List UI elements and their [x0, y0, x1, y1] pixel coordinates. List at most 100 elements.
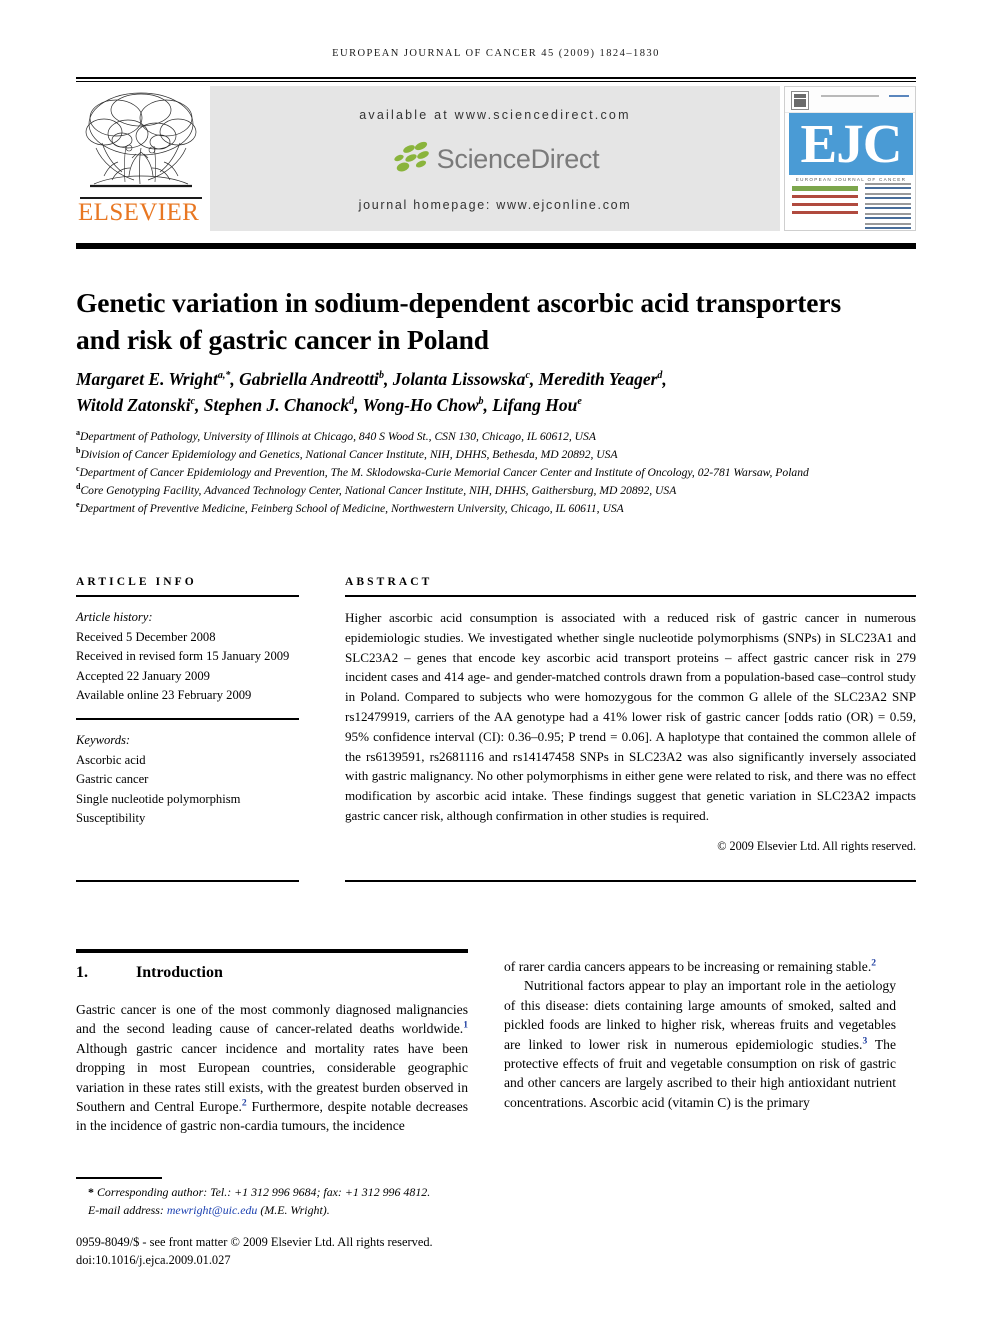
section-number: 1.	[76, 964, 88, 981]
footnote-star-marker: *	[88, 1185, 94, 1199]
elsevier-tree-icon	[82, 88, 200, 198]
doi-line: doi:10.1016/j.ejca.2009.01.027	[76, 1253, 231, 1267]
author-line-1: Margaret E. Wrighta,*, Gabriella Andreot…	[76, 369, 667, 389]
author-affiliation-marker: c	[190, 396, 196, 408]
article-info-rule	[76, 595, 299, 597]
info-column-bottom-rule	[76, 880, 299, 882]
author-affiliation-marker: a,*	[217, 370, 231, 382]
introduction-top-rule	[76, 949, 468, 953]
article-info-divider	[76, 717, 299, 720]
abstract-text: Higher ascorbic acid consumption is asso…	[345, 610, 916, 823]
author-affiliation-marker: c	[525, 370, 530, 382]
article-history-item: Accepted 22 January 2009	[76, 668, 210, 683]
section-title-text: Introduction	[136, 964, 223, 981]
author-affiliation-marker: d	[349, 396, 355, 408]
article-info-column: ARTICLE INFO Article history: Received 5…	[76, 576, 299, 829]
keywords-label: Keywords:	[76, 732, 131, 747]
issn-front-matter-line: 0959-8049/$ - see front matter © 2009 El…	[76, 1235, 433, 1249]
footnote-block: * Corresponding author: Tel.: +1 312 996…	[76, 1184, 476, 1219]
affiliation-item: eDepartment of Preventive Medicine, Fein…	[76, 500, 921, 518]
author-name: Wong-Ho Chow	[362, 395, 479, 415]
abstract-column: ABSTRACT Higher ascorbic acid consumptio…	[345, 576, 916, 854]
email-link[interactable]: mewright@uic.edu	[167, 1203, 258, 1217]
reference-marker-1: 1	[463, 1019, 468, 1031]
keywords-block: Keywords: Ascorbic acid Gastric cancer Sin…	[76, 731, 299, 829]
author-name: Gabriella Andreotti	[239, 369, 379, 389]
article-history-item: Received in revised form 15 January 2009	[76, 649, 290, 664]
author-name: Stephen J. Chanock	[203, 395, 350, 415]
article-history-item: Received 5 December 2008	[76, 629, 216, 644]
keyword-item: Single nucleotide polymorphism	[76, 791, 241, 806]
sciencedirect-leaves-icon	[391, 141, 433, 177]
affiliation-item: cDepartment of Cancer Epidemiology and P…	[76, 464, 921, 482]
affiliation-text: Division of Cancer Epidemiology and Gene…	[80, 448, 618, 462]
affiliation-text: Department of Pathology, University of I…	[80, 430, 596, 443]
affiliation-item: dCore Genotyping Facility, Advanced Tech…	[76, 482, 921, 500]
sciencedirect-wordmark: ScienceDirect	[436, 143, 600, 174]
article-info-heading: ARTICLE INFO	[76, 576, 197, 588]
article-title: Genetic variation in sodium-dependent as…	[76, 287, 842, 356]
corresponding-author-text: Corresponding author: Tel.: +1 312 996 9…	[96, 1185, 431, 1199]
author-affiliation-marker: d	[657, 370, 663, 382]
journal-article-page: EUROPEAN JOURNAL OF CANCER 45 (2009) 182…	[0, 0, 992, 1323]
section-heading-introduction: 1. Introduction	[76, 964, 468, 982]
body-column-left: 1. Introduction Gastric cancer is one of …	[76, 957, 468, 1136]
keyword-item: Gastric cancer	[76, 772, 149, 787]
cover-publisher-mark-icon	[791, 91, 809, 110]
affiliation-text: Department of Preventive Medicine, Feinb…	[79, 502, 624, 516]
abstract-heading: ABSTRACT	[345, 576, 433, 588]
author-affiliation-marker: b	[478, 396, 484, 408]
affiliation-item: bDivision of Cancer Epidemiology and Gen…	[76, 446, 921, 464]
header-rule-lower	[76, 81, 916, 82]
body-column-right: of rarer cardia cancers appears to be in…	[504, 957, 896, 1112]
intro-right-text-a: of rarer cardia cancers appears to be in…	[504, 959, 872, 974]
running-head: EUROPEAN JOURNAL OF CANCER 45 (2009) 182…	[332, 48, 660, 59]
author-line-2: Witold Zatonskic, Stephen J. Chanockd, W…	[76, 395, 582, 415]
introduction-paragraph-left: Gastric cancer is one of the most common…	[76, 1000, 468, 1136]
author-affiliation-marker: e	[577, 396, 582, 408]
header-rule-upper	[76, 77, 916, 79]
corresponding-author-note: * Corresponding author: Tel.: +1 312 996…	[76, 1184, 476, 1202]
reference-marker-2b: 2	[871, 957, 877, 969]
author-name: Lifang Hou	[492, 395, 578, 415]
cover-contents-right	[865, 183, 911, 230]
email-note: E-mail address: mewright@uic.edu (M.E. W…	[76, 1202, 476, 1220]
intro-text-a: Gastric cancer is one of the most common…	[76, 1002, 468, 1037]
affiliation-text: Department of Cancer Epidemiology and Pr…	[79, 466, 809, 480]
header-bottom-rule	[76, 243, 916, 249]
author-list: Margaret E. Wrighta,*, Gabriella Andreot…	[76, 366, 921, 418]
cover-contents-left	[792, 195, 858, 219]
cover-top-strip	[785, 87, 915, 113]
cover-title-letters: EJC	[800, 113, 903, 174]
author-name: Meredith Yeager	[538, 369, 658, 389]
publication-meta: 0959-8049/$ - see front matter © 2009 El…	[76, 1233, 516, 1269]
sciencedirect-logo: ScienceDirect	[210, 141, 780, 185]
keyword-item: Susceptibility	[76, 811, 146, 826]
introduction-paragraph-right: of rarer cardia cancers appears to be in…	[504, 957, 896, 1112]
email-owner: (M.E. Wright).	[260, 1202, 330, 1217]
abstract-rule	[345, 595, 916, 597]
keyword-item: Ascorbic acid	[76, 752, 146, 767]
abstract-copyright: © 2009 Elsevier Ltd. All rights reserved…	[717, 838, 916, 853]
affiliation-list: aDepartment of Pathology, University of …	[76, 428, 921, 518]
available-at-text: available at www.sciencedirect.com	[359, 108, 631, 122]
sciencedirect-banner: available at www.sciencedirect.com Scien…	[210, 86, 780, 231]
journal-cover-thumbnail: EJC EUROPEAN JOURNAL OF CANCER	[784, 86, 916, 231]
affiliation-item: aDepartment of Pathology, University of …	[76, 428, 921, 446]
cover-subtitle: EUROPEAN JOURNAL OF CANCER	[795, 177, 907, 182]
email-label: E-mail address:	[88, 1202, 164, 1217]
author-name: Witold Zatonski	[76, 395, 191, 415]
author-affiliation-marker: b	[378, 370, 384, 382]
elsevier-logo: ELSEVIER	[76, 86, 206, 231]
elsevier-wordmark: ELSEVIER	[78, 199, 200, 226]
author-name: Margaret E. Wright	[76, 369, 218, 389]
cover-volume-line	[821, 95, 879, 97]
affiliation-text: Core Genotyping Facility, Advanced Techn…	[80, 484, 677, 498]
article-history-block: Article history: Received 5 December 200…	[76, 608, 299, 706]
cover-masthead: EJC	[789, 113, 913, 175]
abstract-column-bottom-rule	[345, 880, 916, 882]
article-history-label: Article history:	[76, 610, 153, 624]
journal-homepage-text: journal homepage: www.ejconline.com	[358, 198, 632, 212]
article-history-item: Available online 23 February 2009	[76, 688, 252, 703]
journal-header-banner: ELSEVIER available at www.sciencedirect.…	[76, 86, 916, 231]
